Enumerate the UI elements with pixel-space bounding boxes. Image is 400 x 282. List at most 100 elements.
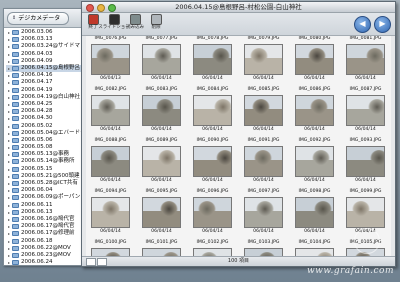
photo-date: 06/04/14 — [253, 76, 274, 81]
photo-thumbnail-cell[interactable]: IMG_0090.JPG 06/04/14 — [190, 138, 235, 190]
photo-thumbnail-cell[interactable]: IMG_0076.JPG 06/04/13 — [88, 36, 133, 88]
photo-thumbnail-cell[interactable]: IMG_0094.JPG 06/04/14 — [88, 189, 133, 241]
window-title: 2006.04.15@島根野呂-村松公園-白山神社 — [175, 3, 302, 11]
photo-thumbnail-cell[interactable]: IMG_0080.JPG 06/04/14 — [292, 36, 337, 88]
folder-item[interactable]: ▸ 2006.06.09@ポーパン — [6, 194, 90, 201]
photo-filename: IMG_0077.JPG — [145, 36, 178, 41]
photo-image[interactable] — [142, 95, 181, 126]
photo-image[interactable] — [295, 146, 334, 177]
folder-item[interactable]: ▸ 2006.04.16 — [6, 72, 90, 79]
photo-thumbnail-cell[interactable]: IMG_0081.JPG 06/04/14 — [343, 36, 388, 88]
folder-item[interactable]: ▸ 2006.03.24@サイドマ — [6, 43, 90, 50]
photo-filename: IMG_0086.JPG — [298, 87, 331, 92]
photo-thumbnail-cell[interactable]: IMG_0088.JPG 06/04/14 — [88, 138, 133, 190]
folder-item[interactable]: ▸ 2006.05.04@エバードラ — [6, 130, 90, 137]
photo-thumbnail-cell[interactable]: IMG_0077.JPG 06/04/14 — [139, 36, 184, 88]
folder-item[interactable]: ▸ 2006.04.19 — [6, 87, 90, 94]
folder-icon — [12, 73, 19, 79]
photo-thumbnail-cell[interactable]: IMG_0082.JPG 06/04/14 — [88, 87, 133, 139]
folder-item[interactable]: ▸ 2006.05.28@ICT共有 — [6, 180, 90, 187]
photo-image[interactable] — [142, 44, 181, 75]
photo-thumbnail-cell[interactable]: IMG_0093.JPG 06/04/14 — [343, 138, 388, 190]
photo-image[interactable] — [193, 44, 232, 75]
photo-image[interactable] — [91, 197, 130, 228]
photo-image[interactable] — [295, 197, 334, 228]
photo-image[interactable] — [295, 44, 334, 75]
folder-item[interactable]: ▸ 2006.05.21@500頭建 — [6, 173, 90, 180]
folder-icon — [12, 109, 19, 115]
folder-item[interactable]: ▸ 2006.05.06 — [6, 137, 90, 144]
photo-image[interactable] — [244, 95, 283, 126]
folder-item[interactable]: ▸ 2006.06.13 — [6, 209, 90, 216]
forward-button[interactable]: ▶ — [374, 16, 391, 33]
photo-image[interactable] — [193, 95, 232, 126]
status-bar: 100 項目 — [82, 256, 395, 266]
photo-filename: IMG_0103.JPG — [247, 240, 280, 245]
photo-image[interactable] — [346, 95, 385, 126]
folder-label: 2006.04.19@白山神社 — [21, 93, 80, 100]
photo-thumbnail-cell[interactable]: IMG_0091.JPG 06/04/14 — [241, 138, 286, 190]
folder-label: 2006.06.23@MOV — [21, 251, 71, 258]
drawer-header: ⇕ デジカメデータ — [4, 9, 90, 28]
folder-item[interactable]: ▸ 2006.04.28 — [6, 108, 90, 115]
photo-image[interactable] — [295, 95, 334, 126]
photo-image[interactable] — [142, 197, 181, 228]
photo-image[interactable] — [91, 44, 130, 75]
folder-item[interactable]: ▸ 2006.06.11 — [6, 202, 90, 209]
nav-buttons: ◀ ▶ — [354, 16, 391, 33]
photo-image[interactable] — [193, 197, 232, 228]
photo-thumbnail-cell[interactable]: IMG_0098.JPG 06/04/14 — [292, 189, 337, 241]
folder-item[interactable]: ▸ 2006.04.19@白山神社 — [6, 94, 90, 101]
photo-image[interactable] — [244, 44, 283, 75]
photo-thumbnail-cell[interactable]: IMG_0096.JPG 06/04/14 — [190, 189, 235, 241]
folder-item[interactable]: ▸ 2006.04.15@島根野呂 — [6, 64, 90, 73]
photo-thumbnail-cell[interactable]: IMG_0097.JPG 06/04/14 — [241, 189, 286, 241]
folder-item[interactable]: ▸ 2006.05.02 — [6, 122, 90, 129]
slideshow-button[interactable]: スライドショー — [98, 13, 130, 31]
folder-icon — [12, 231, 19, 237]
photo-thumbnail-cell[interactable]: IMG_0085.JPG 06/04/14 — [241, 87, 286, 139]
photo-image[interactable] — [193, 146, 232, 177]
folder-icon — [12, 152, 19, 158]
source-popup[interactable]: ⇕ デジカメデータ — [7, 11, 70, 25]
photo-thumbnail-cell[interactable]: IMG_0084.JPG 06/04/14 — [190, 87, 235, 139]
folder-item[interactable]: ▸ 2006.04.09 — [6, 58, 90, 65]
folder-item[interactable]: ▸ 2006.06.17@修理前 — [6, 230, 90, 237]
title-bar[interactable]: 2006.04.15@島根野呂-村松公園-白山神社 — [82, 2, 395, 13]
photo-thumbnail-cell[interactable]: IMG_0086.JPG 06/04/14 — [292, 87, 337, 139]
photo-image[interactable] — [244, 197, 283, 228]
back-button[interactable]: ◀ — [354, 16, 371, 33]
delete-button[interactable]: 削除 — [147, 13, 165, 31]
photo-thumbnail-cell[interactable]: IMG_0083.JPG 06/04/14 — [139, 87, 184, 139]
folder-item[interactable]: ▸ 2006.06.16@鳩代官 — [6, 216, 90, 223]
folder-item[interactable]: ▸ 2006.04.03 — [6, 51, 90, 58]
photo-image[interactable] — [142, 146, 181, 177]
photo-image[interactable] — [346, 146, 385, 177]
folder-item[interactable]: ▸ 2006.03.06 — [6, 29, 90, 36]
photo-thumbnail-cell[interactable]: IMG_0087.JPG 06/04/14 — [343, 87, 388, 139]
folder-item[interactable]: ▸ 2006.04.25 — [6, 101, 90, 108]
import-button[interactable]: 読み込み — [126, 13, 144, 31]
folder-item[interactable]: ▸ 2006.05.14@事務所 — [6, 158, 90, 165]
folder-item[interactable]: ▸ 2006.06.22@MOV — [6, 245, 90, 252]
folder-label: 2006.06.13 — [21, 208, 53, 215]
folder-item[interactable]: ▸ 2006.04.17 — [6, 79, 90, 86]
photo-thumbnail-cell[interactable]: IMG_0092.JPG 06/04/14 — [292, 138, 337, 190]
folder-item[interactable]: ▸ 2006.06.24 — [6, 259, 90, 265]
photo-image[interactable] — [346, 197, 385, 228]
photo-image[interactable] — [91, 146, 130, 177]
photo-thumbnail-cell[interactable]: IMG_0089.JPG 06/04/14 — [139, 138, 184, 190]
photo-image[interactable] — [244, 146, 283, 177]
folder-item[interactable]: ▸ 2006.06.23@MOV — [6, 252, 90, 259]
photo-image[interactable] — [91, 95, 130, 126]
photo-filename: IMG_0094.JPG — [94, 189, 127, 194]
photo-thumbnail-cell[interactable]: IMG_0078.JPG 06/04/14 — [190, 36, 235, 88]
watermark-text: www.grafain.com — [306, 266, 394, 276]
folder-item[interactable]: ▸ 2006.04.30 — [6, 115, 90, 122]
photo-image[interactable] — [346, 44, 385, 75]
item-count: 100 項目 — [227, 258, 250, 264]
folder-item[interactable]: ▸ 2006.05.15 — [6, 166, 90, 173]
folder-item[interactable]: ▸ 2006.06.18 — [6, 237, 90, 244]
photo-thumbnail-cell[interactable]: IMG_0079.JPG 06/04/14 — [241, 36, 286, 88]
photo-thumbnail-cell[interactable]: IMG_0095.JPG 06/04/14 — [139, 189, 184, 241]
